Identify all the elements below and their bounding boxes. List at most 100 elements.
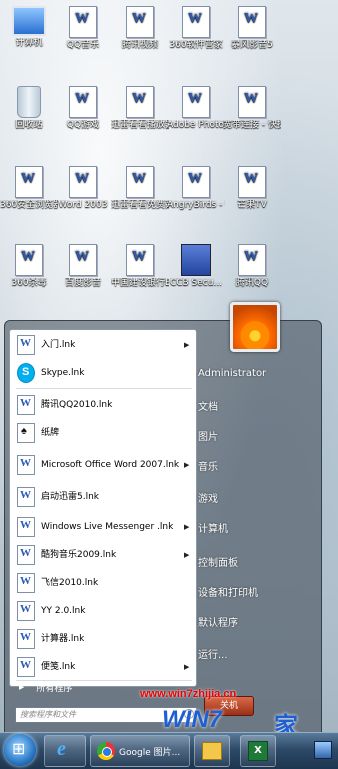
program-item-getting-started[interactable]: 入门.lnk ▶ bbox=[12, 332, 194, 358]
program-item-skype[interactable]: Skype.lnk bbox=[12, 360, 194, 386]
submenu-arrow-icon[interactable]: ▶ bbox=[184, 461, 194, 469]
taskbar-folder-button[interactable] bbox=[194, 735, 230, 767]
folder-icon bbox=[202, 742, 222, 760]
program-item-calculator[interactable]: 计算器.lnk bbox=[12, 626, 194, 652]
program-item-sticky-notes[interactable]: 便笺.lnk ▶ bbox=[12, 654, 194, 680]
taskbar-ie-button[interactable]: e bbox=[44, 735, 86, 767]
desktop-icon-label: QQ游戏 bbox=[66, 120, 100, 130]
word-document-icon bbox=[15, 166, 43, 198]
program-item-yy[interactable]: YY 2.0.lnk bbox=[12, 598, 194, 624]
desktop-icon-tencent-qq[interactable]: 腾讯QQ bbox=[223, 244, 281, 289]
desktop-icon-baofeng[interactable]: 暴风影音5 bbox=[223, 6, 281, 51]
program-label: Windows Live Messenger .lnk bbox=[41, 521, 174, 532]
shutdown-label: 关机 bbox=[219, 701, 238, 711]
desktop-icon-ccb-guard[interactable]: 中国建设银行E路护航... bbox=[111, 244, 169, 289]
word-document-icon bbox=[17, 601, 35, 621]
word-document-icon bbox=[238, 86, 266, 118]
internet-explorer-icon: e bbox=[57, 738, 66, 760]
word-document-icon bbox=[238, 6, 266, 38]
program-label: 腾讯QQ2010.lnk bbox=[41, 399, 113, 410]
search-placeholder: 搜索程序和文件 bbox=[20, 710, 76, 719]
submenu-arrow-icon[interactable]: ▶ bbox=[184, 341, 194, 349]
submenu-arrow-icon[interactable]: ▶ bbox=[184, 663, 194, 671]
desktop-icon-xunlei-movies[interactable]: 迅雷看看免费高清电影 bbox=[111, 166, 169, 211]
desktop-icon-label: 360软件管家 bbox=[169, 40, 223, 50]
start-right-devices-printers[interactable]: 设备和打印机 bbox=[198, 584, 258, 599]
desktop-icon-label: 迅雷看看免费高清电影 bbox=[111, 200, 169, 210]
program-item-live-messenger[interactable]: Windows Live Messenger .lnk ▶ bbox=[12, 514, 194, 540]
program-item-kugou[interactable]: 酷狗音乐2009.lnk ▶ bbox=[12, 542, 194, 568]
desktop-icon-computer[interactable]: 计算机 bbox=[0, 6, 58, 49]
start-right-control-panel[interactable]: 控制面板 bbox=[198, 554, 238, 569]
program-item-fetion[interactable]: 飞信2010.lnk bbox=[12, 570, 194, 596]
word-document-icon bbox=[17, 487, 35, 507]
all-programs-label: 所有程序 bbox=[36, 683, 73, 694]
taskbar-excel-button[interactable]: X bbox=[240, 735, 276, 767]
desktop-icon-photoshop[interactable]: Adobe Photosh... bbox=[167, 86, 225, 131]
desktop-icon-label: 百度影音 bbox=[64, 278, 101, 288]
divider bbox=[16, 388, 192, 389]
start-right-music[interactable]: 音乐 bbox=[198, 458, 218, 473]
desktop-icon-broadband[interactable]: 宽带连接 - 快捷方式 bbox=[223, 86, 281, 131]
desktop-icon-ccb-security[interactable]: CCB Secu... bbox=[167, 244, 225, 289]
program-label: 纸牌 bbox=[41, 427, 60, 438]
program-label: 入门.lnk bbox=[41, 339, 76, 350]
program-label: YY 2.0.lnk bbox=[41, 605, 86, 616]
desktop-icon-qq-game[interactable]: QQ游戏 bbox=[54, 86, 112, 131]
desktop-icon-label: QQ音乐 bbox=[66, 40, 100, 50]
word-document-icon bbox=[15, 244, 43, 276]
desktop-icon-360-antivirus[interactable]: 360杀毒 bbox=[0, 244, 58, 289]
desktop-icon-label: 腾讯QQ bbox=[235, 278, 269, 288]
start-right-games[interactable]: 游戏 bbox=[198, 490, 218, 505]
program-item-solitaire[interactable]: 纸牌 bbox=[12, 420, 194, 446]
desktop-icon-word-2003[interactable]: Word 2003 bbox=[54, 166, 112, 211]
desktop-icon-360-browser[interactable]: 360安全浏览器 bbox=[0, 166, 58, 211]
submenu-arrow-icon[interactable]: ▶ bbox=[184, 551, 194, 559]
desktop-icon-360-software[interactable]: 360软件管家 bbox=[167, 6, 225, 51]
word-document-icon bbox=[126, 166, 154, 198]
desktop-icon-angry-birds[interactable]: AngryBirds - 快捷方式 bbox=[167, 166, 225, 211]
program-item-xunlei5[interactable]: 启动迅雷5.lnk bbox=[12, 484, 194, 510]
start-button[interactable] bbox=[4, 734, 36, 766]
word-document-icon bbox=[126, 244, 154, 276]
submenu-arrow-icon[interactable]: ▶ bbox=[184, 523, 194, 531]
desktop-icon-label: 360杀毒 bbox=[11, 278, 47, 288]
word-document-icon bbox=[182, 166, 210, 198]
excel-icon: X bbox=[248, 741, 268, 761]
program-label: 启动迅雷5.lnk bbox=[41, 491, 100, 502]
desktop-icon-recycle-bin[interactable]: 回收站 bbox=[0, 86, 58, 131]
desktop-icon-label: 回收站 bbox=[15, 120, 43, 130]
desktop-icon-qq-music[interactable]: QQ音乐 bbox=[54, 6, 112, 51]
right-item-label: 计算机 bbox=[198, 524, 228, 535]
word-document-icon bbox=[69, 244, 97, 276]
taskbar-chrome-button[interactable]: Google 图片... bbox=[90, 735, 190, 767]
program-item-word-2007[interactable]: Microsoft Office Word 2007.lnk ▶ bbox=[12, 450, 194, 480]
desktop-icon-xunlei-player[interactable]: 迅雷看看播放器快捷方式 bbox=[111, 86, 169, 131]
word-document-icon bbox=[69, 6, 97, 38]
program-item-qq2010[interactable]: 腾讯QQ2010.lnk bbox=[12, 392, 194, 418]
recycle-bin-icon bbox=[17, 86, 41, 118]
right-item-label: 游戏 bbox=[198, 494, 218, 505]
program-label: 计算器.lnk bbox=[41, 633, 85, 644]
desktop-icon-mango-tv[interactable]: 芒果TV bbox=[223, 166, 281, 211]
word-document-icon bbox=[17, 573, 35, 593]
start-right-computer[interactable]: 计算机 bbox=[198, 520, 228, 535]
start-right-documents[interactable]: 文档 bbox=[198, 398, 218, 413]
desktop-icon-label: 宽带连接 - 快捷方式 bbox=[223, 120, 281, 130]
right-item-label: 图片 bbox=[198, 432, 218, 443]
start-right-administrator[interactable]: Administrator bbox=[198, 368, 266, 379]
taskbar: e Google 图片... X bbox=[0, 732, 338, 769]
start-right-default-programs[interactable]: 默认程序 bbox=[198, 614, 238, 629]
word-document-icon bbox=[17, 517, 35, 537]
right-item-label: 控制面板 bbox=[198, 558, 238, 569]
start-right-run[interactable]: 运行... bbox=[198, 646, 228, 661]
program-label: 酷狗音乐2009.lnk bbox=[41, 549, 117, 560]
user-avatar[interactable] bbox=[230, 302, 280, 352]
network-icon[interactable] bbox=[314, 741, 332, 759]
desktop-icon-tencent-video[interactable]: 腾讯视频 bbox=[111, 6, 169, 51]
word-document-icon bbox=[17, 657, 35, 677]
word-document-icon bbox=[17, 395, 35, 415]
skype-icon bbox=[17, 363, 35, 383]
desktop-icon-baidu-player[interactable]: 百度影音 bbox=[54, 244, 112, 289]
start-right-pictures[interactable]: 图片 bbox=[198, 428, 218, 443]
